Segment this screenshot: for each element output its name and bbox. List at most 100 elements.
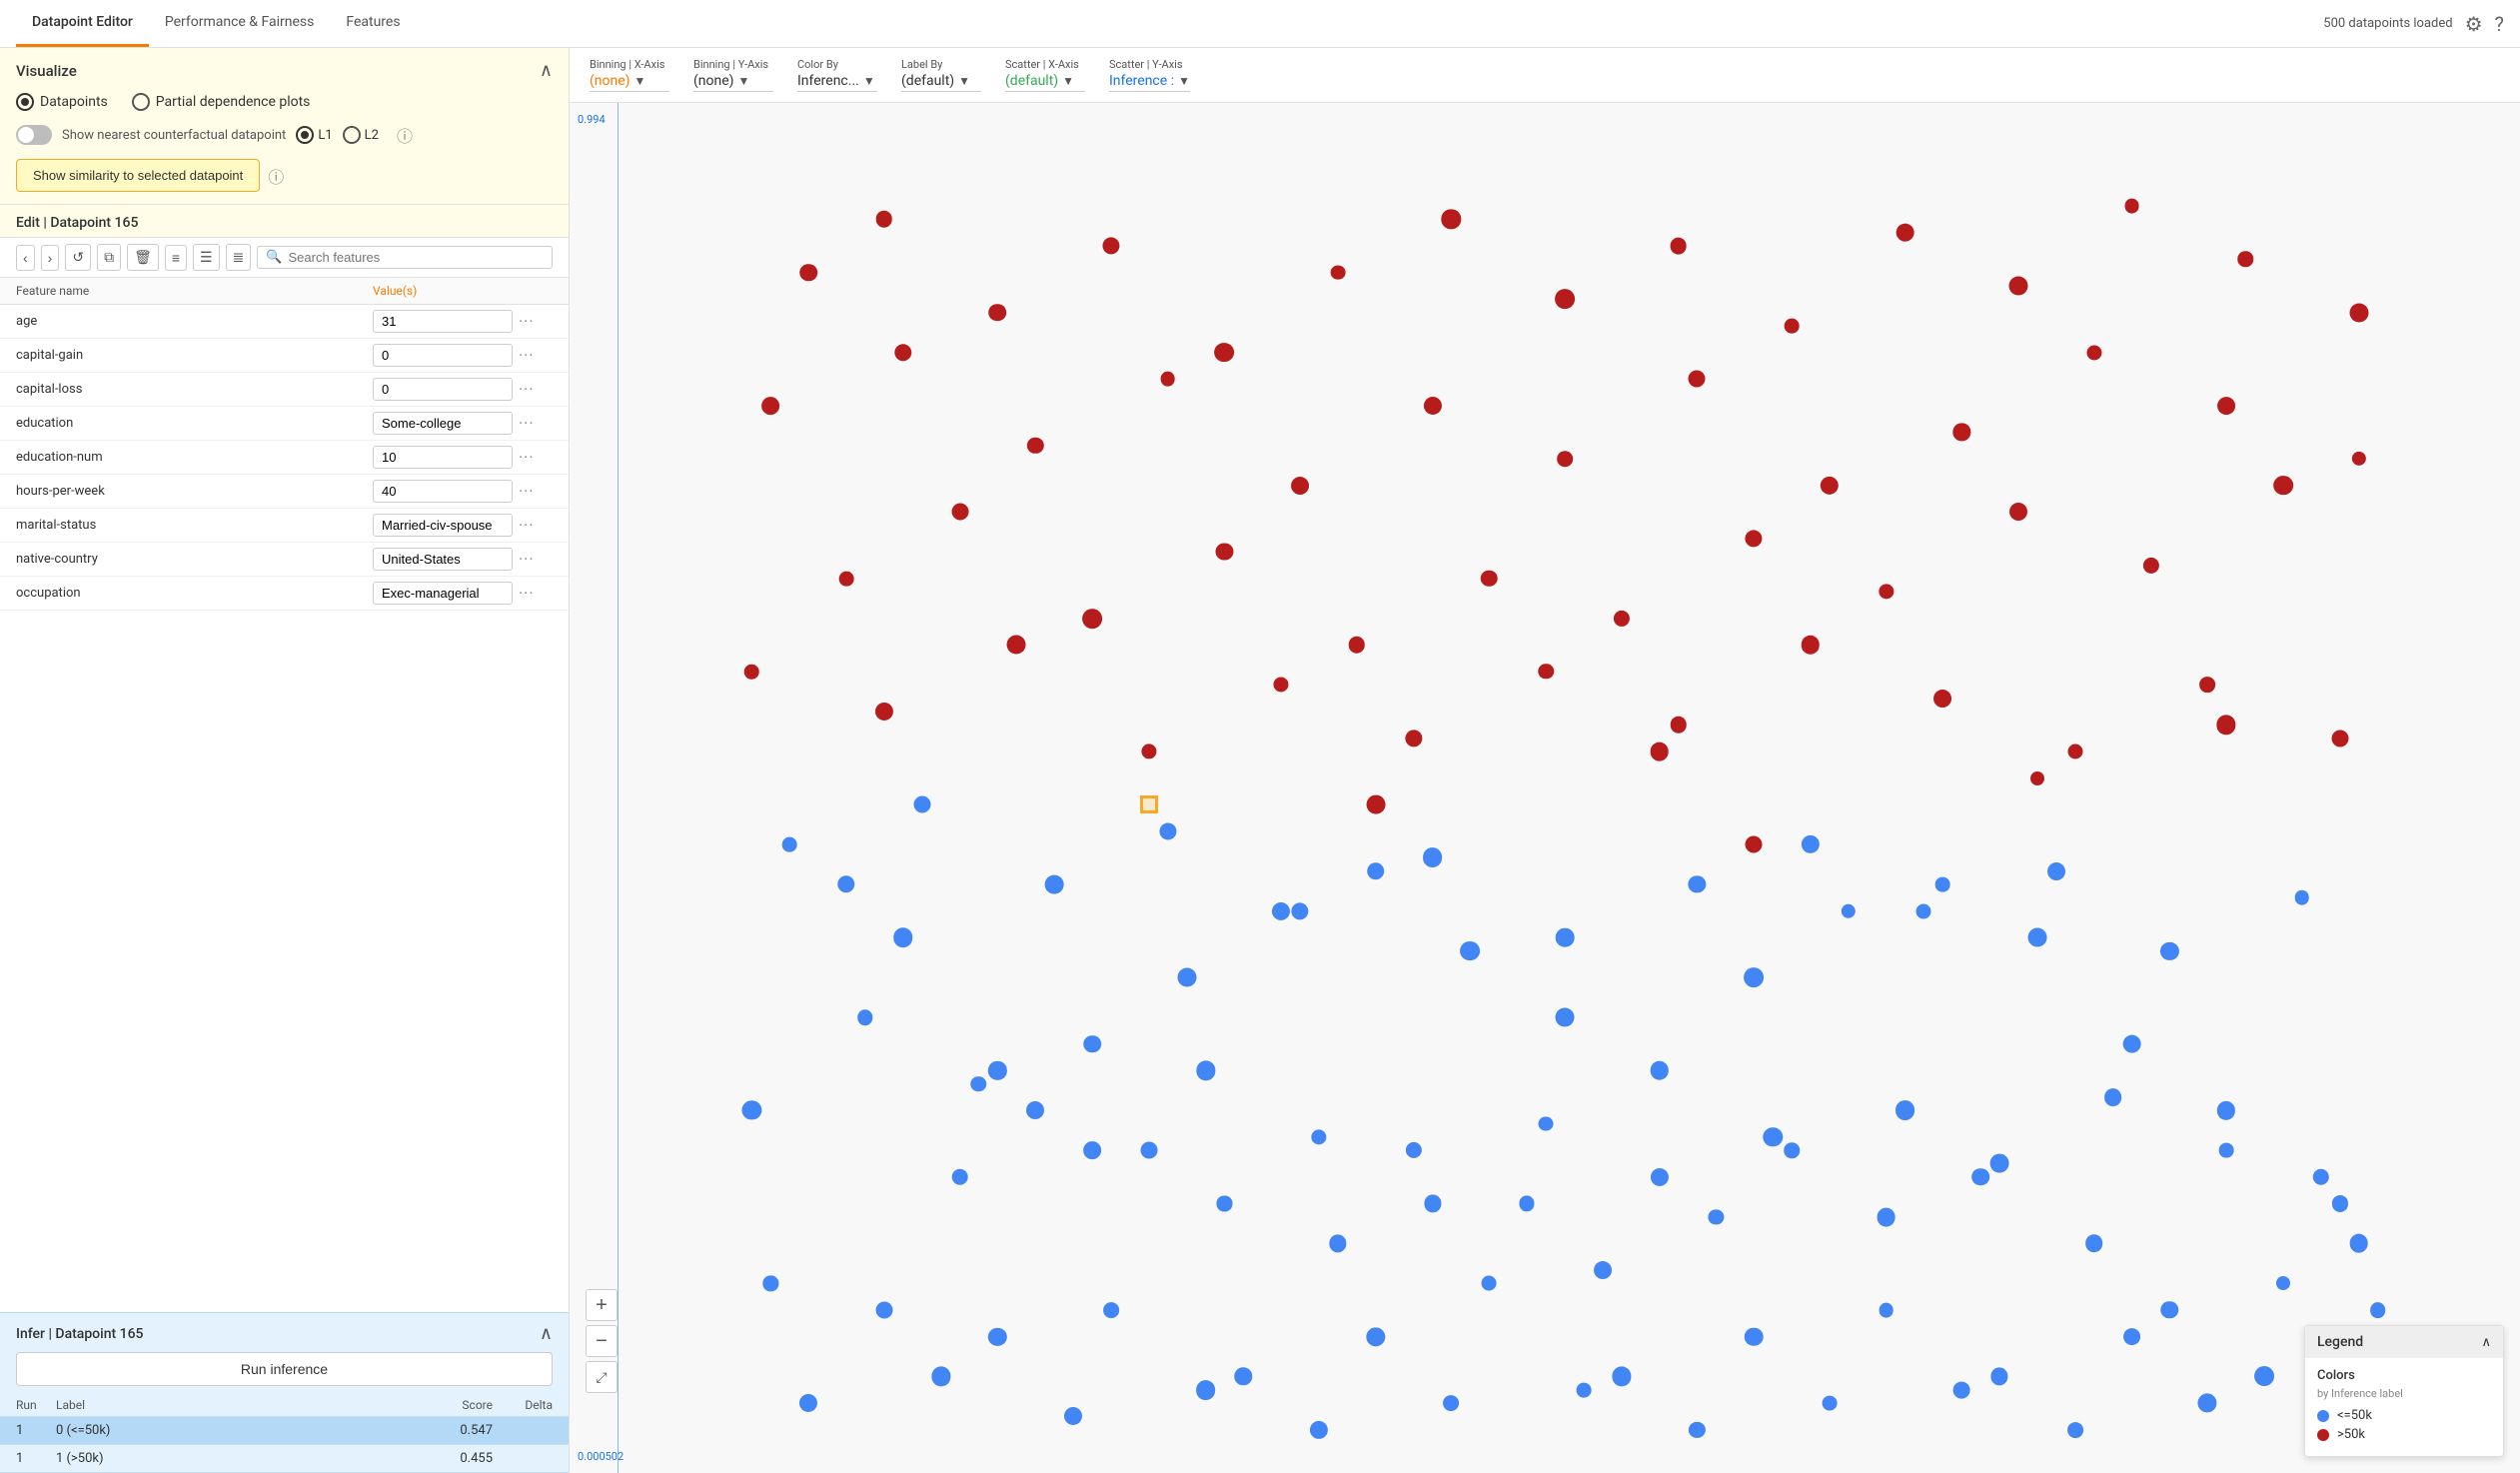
red-dot[interactable] bbox=[1481, 571, 1498, 588]
blue-dot[interactable] bbox=[2161, 1301, 2178, 1318]
blue-dot[interactable] bbox=[2217, 1101, 2235, 1119]
feat-input[interactable] bbox=[373, 548, 513, 571]
blue-dot[interactable] bbox=[2028, 928, 2047, 947]
visualize-collapse-btn[interactable]: ∧ bbox=[540, 60, 553, 81]
blue-dot[interactable] bbox=[2332, 1195, 2348, 1211]
red-dot[interactable] bbox=[2142, 557, 2158, 573]
align-left-btn[interactable]: ≡ bbox=[165, 245, 187, 271]
blue-dot[interactable] bbox=[1424, 1195, 1441, 1212]
blue-dot[interactable] bbox=[1802, 835, 1820, 853]
blue-dot[interactable] bbox=[799, 1394, 817, 1412]
red-dot[interactable] bbox=[1215, 343, 1235, 363]
blue-dot[interactable] bbox=[1045, 875, 1064, 894]
red-dot[interactable] bbox=[1933, 690, 1951, 708]
blue-dot[interactable] bbox=[2295, 890, 2310, 905]
red-dot[interactable] bbox=[799, 264, 817, 282]
blue-dot[interactable] bbox=[875, 1301, 892, 1318]
counterfactual-toggle[interactable] bbox=[16, 125, 52, 145]
feat-input[interactable] bbox=[373, 378, 513, 401]
red-dot[interactable] bbox=[1160, 372, 1175, 387]
blue-dot[interactable] bbox=[1842, 903, 1856, 917]
red-dot[interactable] bbox=[1557, 451, 1573, 467]
color-by-select[interactable]: Inferenc... ▼ bbox=[797, 73, 877, 92]
blue-dot[interactable] bbox=[1196, 1380, 1216, 1400]
red-dot[interactable] bbox=[989, 304, 1007, 322]
red-dot[interactable] bbox=[1442, 210, 1461, 229]
red-dot[interactable] bbox=[1423, 397, 1441, 415]
blue-dot[interactable] bbox=[1895, 1100, 1915, 1120]
blue-dot[interactable] bbox=[2123, 1328, 2141, 1346]
red-dot[interactable] bbox=[1670, 238, 1687, 255]
blue-dot[interactable] bbox=[2370, 1302, 2386, 1318]
red-dot[interactable] bbox=[2351, 452, 2365, 466]
blue-dot[interactable] bbox=[1520, 1196, 1535, 1211]
red-dot[interactable] bbox=[1802, 636, 1820, 654]
blue-dot[interactable] bbox=[2219, 1143, 2234, 1158]
counterfactual-info-icon[interactable]: ⓘ bbox=[397, 123, 413, 147]
blue-dot[interactable] bbox=[1539, 1116, 1554, 1131]
more-btn[interactable]: ··· bbox=[519, 516, 535, 535]
blue-dot[interactable] bbox=[1556, 1008, 1575, 1027]
blue-dot[interactable] bbox=[2085, 1235, 2103, 1253]
infer-collapse-btn[interactable]: ∧ bbox=[540, 1323, 553, 1344]
red-dot[interactable] bbox=[1274, 678, 1289, 693]
selected-datapoint[interactable] bbox=[1140, 795, 1158, 813]
feat-input[interactable] bbox=[373, 310, 513, 333]
radio-datapoints[interactable]: Datapoints bbox=[16, 93, 108, 111]
blue-dot[interactable] bbox=[1935, 877, 1950, 892]
red-dot[interactable] bbox=[2199, 677, 2215, 693]
red-dot[interactable] bbox=[2067, 743, 2082, 758]
red-dot[interactable] bbox=[875, 703, 893, 721]
feat-input[interactable] bbox=[373, 582, 513, 605]
blue-dot[interactable] bbox=[1083, 1141, 1101, 1159]
blue-dot[interactable] bbox=[1291, 902, 1308, 919]
zoom-out-btn[interactable]: − bbox=[586, 1325, 618, 1357]
blue-dot[interactable] bbox=[893, 927, 913, 947]
more-btn[interactable]: ··· bbox=[519, 312, 535, 331]
blue-dot[interactable] bbox=[1612, 1367, 1631, 1386]
delete-btn[interactable]: 🗑 bbox=[127, 244, 159, 271]
binning-y-select[interactable]: (none) ▼ bbox=[693, 73, 773, 92]
search-box[interactable]: 🔍 bbox=[257, 246, 553, 269]
red-dot[interactable] bbox=[2349, 303, 2368, 322]
red-dot[interactable] bbox=[1538, 664, 1553, 679]
blue-dot[interactable] bbox=[2276, 1276, 2290, 1290]
red-dot[interactable] bbox=[2237, 252, 2252, 267]
red-dot[interactable] bbox=[1027, 438, 1043, 454]
red-dot[interactable] bbox=[1082, 609, 1102, 629]
blue-dot[interactable] bbox=[931, 1367, 950, 1386]
red-dot[interactable] bbox=[2217, 716, 2236, 735]
blue-dot[interactable] bbox=[1709, 1209, 1724, 1224]
blue-dot[interactable] bbox=[1310, 1421, 1328, 1439]
red-dot[interactable] bbox=[2124, 199, 2139, 214]
blue-dot[interactable] bbox=[2198, 1393, 2217, 1412]
feat-input[interactable] bbox=[373, 412, 513, 435]
red-dot[interactable] bbox=[1879, 585, 1893, 600]
blue-dot[interactable] bbox=[1594, 1261, 1612, 1279]
blue-dot[interactable] bbox=[913, 796, 930, 813]
blue-dot[interactable] bbox=[1577, 1382, 1592, 1397]
blue-dot[interactable] bbox=[1651, 1168, 1669, 1186]
feat-input[interactable] bbox=[373, 344, 513, 367]
blue-dot[interactable] bbox=[1877, 1207, 1895, 1226]
red-dot[interactable] bbox=[876, 211, 893, 228]
tab-datapoint-editor[interactable]: Datapoint Editor bbox=[16, 0, 149, 47]
blue-dot[interactable] bbox=[1990, 1154, 2009, 1173]
similarity-btn[interactable]: Show similarity to selected datapoint bbox=[16, 159, 260, 192]
blue-dot[interactable] bbox=[1971, 1168, 1989, 1186]
blue-dot[interactable] bbox=[1784, 1142, 1800, 1158]
infer-row[interactable]: 1 0 (<=50k) 0.547 bbox=[0, 1417, 569, 1445]
blue-dot[interactable] bbox=[1103, 1302, 1119, 1318]
blue-dot[interactable] bbox=[2254, 1366, 2274, 1386]
red-dot[interactable] bbox=[1141, 743, 1156, 758]
blue-dot[interactable] bbox=[837, 875, 854, 892]
blue-dot[interactable] bbox=[742, 1101, 761, 1120]
l2-radio[interactable]: L2 bbox=[343, 126, 379, 144]
blue-dot[interactable] bbox=[1217, 1196, 1232, 1211]
red-dot[interactable] bbox=[2009, 503, 2027, 521]
l1-radio[interactable]: L1 bbox=[296, 126, 332, 144]
align-right-btn[interactable]: ≣ bbox=[226, 244, 252, 271]
blue-dot[interactable] bbox=[1311, 1129, 1326, 1144]
more-btn[interactable]: ··· bbox=[519, 550, 535, 569]
prev-btn[interactable]: ‹ bbox=[16, 245, 35, 271]
